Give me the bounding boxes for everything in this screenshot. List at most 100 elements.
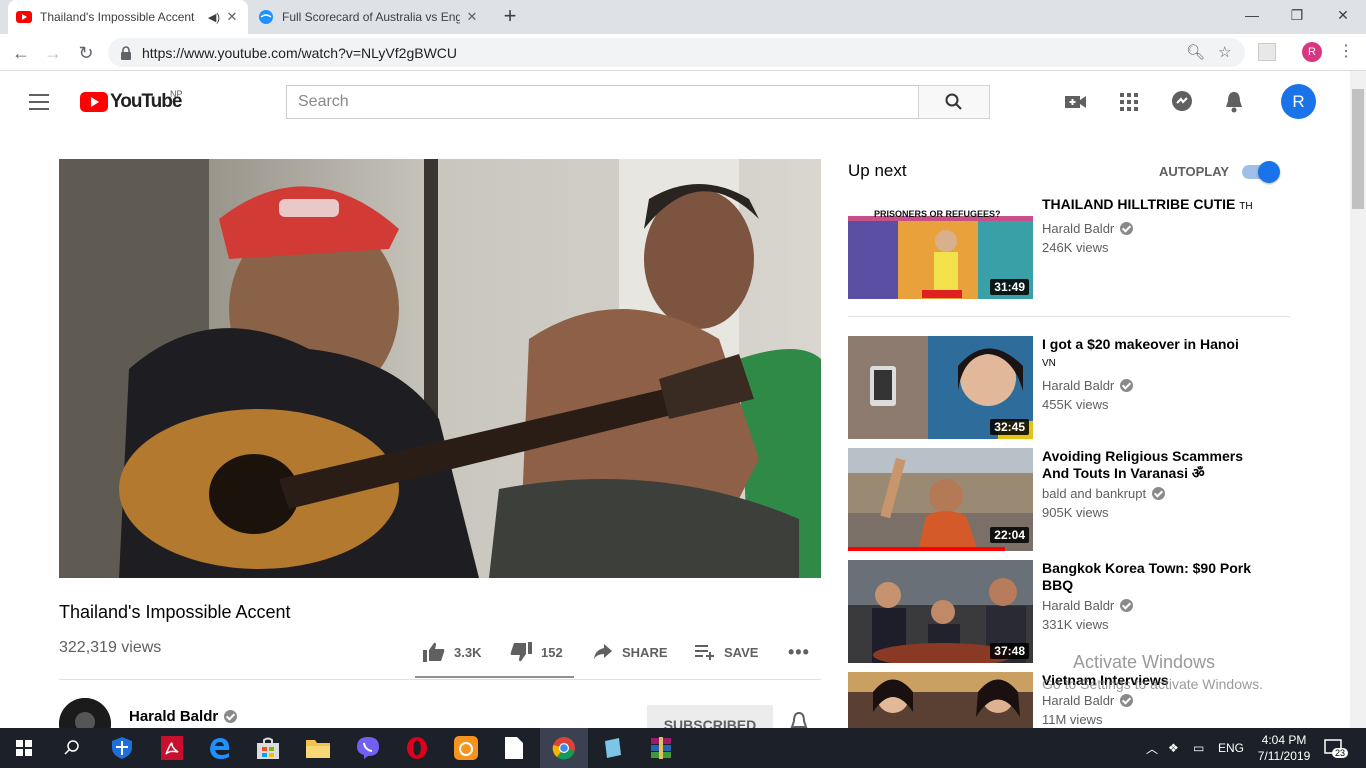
close-tab-icon[interactable]: ✕ — [224, 9, 240, 25]
taskbar-acrobat-app[interactable] — [148, 728, 196, 768]
lock-icon — [121, 45, 131, 60]
video-frame-image — [59, 159, 821, 578]
thumbs-up-icon — [423, 642, 445, 662]
clock-time: 4:04 PM — [1261, 733, 1307, 747]
profile-avatar[interactable]: R — [1302, 42, 1322, 62]
account-avatar[interactable]: R — [1281, 84, 1316, 119]
youtube-logo[interactable]: YouTube NP — [80, 89, 183, 113]
dropbox-icon[interactable]: ❖ — [1168, 728, 1179, 768]
verified-icon — [1152, 487, 1166, 500]
like-button[interactable]: 3.3K — [423, 640, 481, 664]
video-channel[interactable]: bald and bankrupt — [1042, 486, 1272, 501]
channel-text: bald and bankrupt — [1042, 486, 1147, 501]
up-next-video-card[interactable]: PRISONERS OR REFUGEES? 31:49 THAILAND HI… — [848, 196, 1290, 299]
browser-tab-scorecard[interactable]: Full Scorecard of Australia vs Eng ✕ — [250, 0, 488, 34]
taskbar-clock[interactable]: 4:04 PM 7/11/2019 — [1252, 732, 1316, 764]
close-tab-icon[interactable]: ✕ — [464, 9, 480, 25]
video-thumbnail[interactable]: 32:45 — [848, 336, 1033, 439]
create-video-icon[interactable] — [1064, 90, 1088, 114]
taskbar-security-app[interactable] — [98, 728, 146, 768]
video-duration: 37:48 — [990, 643, 1029, 659]
taskbar-opera-app[interactable] — [393, 728, 441, 768]
video-player[interactable] — [59, 159, 821, 578]
zoom-icon[interactable]: 🔍︎ — [1186, 43, 1205, 61]
language-indicator[interactable]: ENG — [1218, 728, 1244, 768]
search-input[interactable]: Search — [286, 85, 919, 119]
save-button[interactable]: SAVE — [695, 640, 758, 664]
video-views: 331K views — [1042, 617, 1109, 632]
up-next-video-card[interactable]: 32:45 I got a $20 makeover in Hanoi VN Ha… — [848, 336, 1290, 439]
globe-favicon-icon — [258, 9, 274, 25]
notifications-bell-icon[interactable] — [1222, 90, 1246, 114]
verified-icon — [224, 710, 238, 723]
video-views: 455K views — [1042, 397, 1109, 412]
video-card-title[interactable]: I got a $20 makeover in Hanoi VN — [1042, 336, 1272, 372]
view-count: 322,319 views — [59, 639, 162, 656]
video-card-title[interactable]: THAILAND HILLTRIBE CUTIE TH — [1042, 196, 1272, 215]
video-card-title[interactable]: Avoiding Religious Scammers And Touts In… — [1042, 448, 1272, 482]
taskbar-winrar-app[interactable] — [637, 728, 685, 768]
notification-badge: 23 — [1332, 748, 1349, 758]
channel-text: Harald Baldr — [1042, 221, 1115, 236]
address-bar[interactable]: https://www.youtube.com/watch?v=NLyVf2gB… — [108, 38, 1245, 67]
bookmark-star-icon[interactable]: ☆ — [1218, 43, 1231, 61]
video-thumbnail[interactable]: PRISONERS OR REFUGEES? 31:49 — [848, 196, 1033, 299]
reload-button[interactable]: ↻ — [73, 40, 99, 66]
channel-name[interactable]: Harald Baldr — [129, 708, 238, 725]
share-button[interactable]: SHARE — [593, 640, 668, 664]
up-next-video-card[interactable]: 22:04 Avoiding Religious Scammers And To… — [848, 448, 1290, 551]
restore-button[interactable]: ❐ — [1274, 0, 1320, 30]
archive-icon — [651, 737, 671, 759]
share-label: SHARE — [622, 644, 668, 660]
scrollbar-thumb[interactable] — [1352, 89, 1364, 209]
start-button[interactable] — [0, 728, 48, 768]
taskbar-app[interactable] — [588, 728, 636, 768]
thumbnail-caption: PRISONERS OR REFUGEES? — [874, 209, 1001, 219]
video-channel[interactable]: Harald Baldr — [1042, 378, 1272, 393]
video-card-title[interactable]: Bangkok Korea Town: $90 Pork BBQ — [1042, 560, 1272, 594]
watched-progress-bar — [848, 547, 1005, 551]
tab-title: Thailand's Impossible Accent — [40, 10, 195, 24]
new-tab-button[interactable]: + — [498, 5, 522, 29]
youtube-favicon-icon — [16, 9, 32, 25]
close-window-button[interactable]: ✕ — [1320, 0, 1366, 30]
taskbar-notepad-app[interactable] — [490, 728, 538, 768]
taskbar-edge-app[interactable] — [196, 728, 244, 768]
video-channel[interactable]: Harald Baldr — [1042, 598, 1272, 613]
taskbar-store-app[interactable] — [244, 728, 292, 768]
dislike-button[interactable]: 152 — [510, 640, 563, 664]
country-tag: TH — [1239, 201, 1253, 212]
messages-icon[interactable] — [1170, 90, 1194, 114]
autoplay-toggle[interactable] — [1242, 161, 1280, 183]
action-center-button[interactable]: 23 — [1324, 728, 1349, 768]
dislike-count: 152 — [541, 644, 563, 660]
menu-icon[interactable] — [29, 94, 49, 110]
taskbar-search-button[interactable] — [48, 728, 96, 768]
forward-button[interactable]: → — [40, 40, 66, 66]
taskbar-viber-app[interactable] — [344, 728, 392, 768]
video-channel[interactable]: Harald Baldr — [1042, 693, 1272, 708]
browser-tab-youtube[interactable]: Thailand's Impossible Accent ◀) ✕ — [8, 0, 248, 34]
taskbar-explorer-app[interactable] — [294, 728, 342, 768]
apps-grid-icon[interactable] — [1117, 90, 1141, 114]
search-button[interactable] — [918, 85, 990, 119]
video-thumbnail[interactable]: 22:04 — [848, 448, 1033, 551]
show-hidden-icons[interactable]: ︿ — [1146, 728, 1158, 768]
more-actions-icon[interactable]: ••• — [788, 640, 810, 664]
video-thumbnail[interactable]: 37:48 — [848, 560, 1033, 663]
search-icon — [64, 740, 79, 755]
video-channel[interactable]: Harald Baldr — [1042, 221, 1272, 236]
up-next-video-card[interactable]: 37:48 Bangkok Korea Town: $90 Pork BBQ H… — [848, 560, 1290, 663]
back-button[interactable]: ← — [8, 40, 34, 66]
pdf-icon — [161, 736, 183, 760]
save-label: SAVE — [724, 644, 759, 660]
speaker-icon[interactable]: ◀) — [208, 11, 220, 24]
extension-icon[interactable] — [1258, 43, 1276, 61]
verified-icon — [1120, 379, 1134, 392]
taskbar-chrome-app[interactable] — [540, 728, 588, 768]
minimize-button[interactable]: ― — [1229, 0, 1275, 30]
page-scrollbar[interactable] — [1350, 71, 1366, 728]
taskbar-ucbrowser-app[interactable] — [442, 728, 490, 768]
network-icon[interactable]: ▭ — [1193, 728, 1204, 768]
browser-menu-icon[interactable]: ⋮ — [1338, 42, 1354, 62]
